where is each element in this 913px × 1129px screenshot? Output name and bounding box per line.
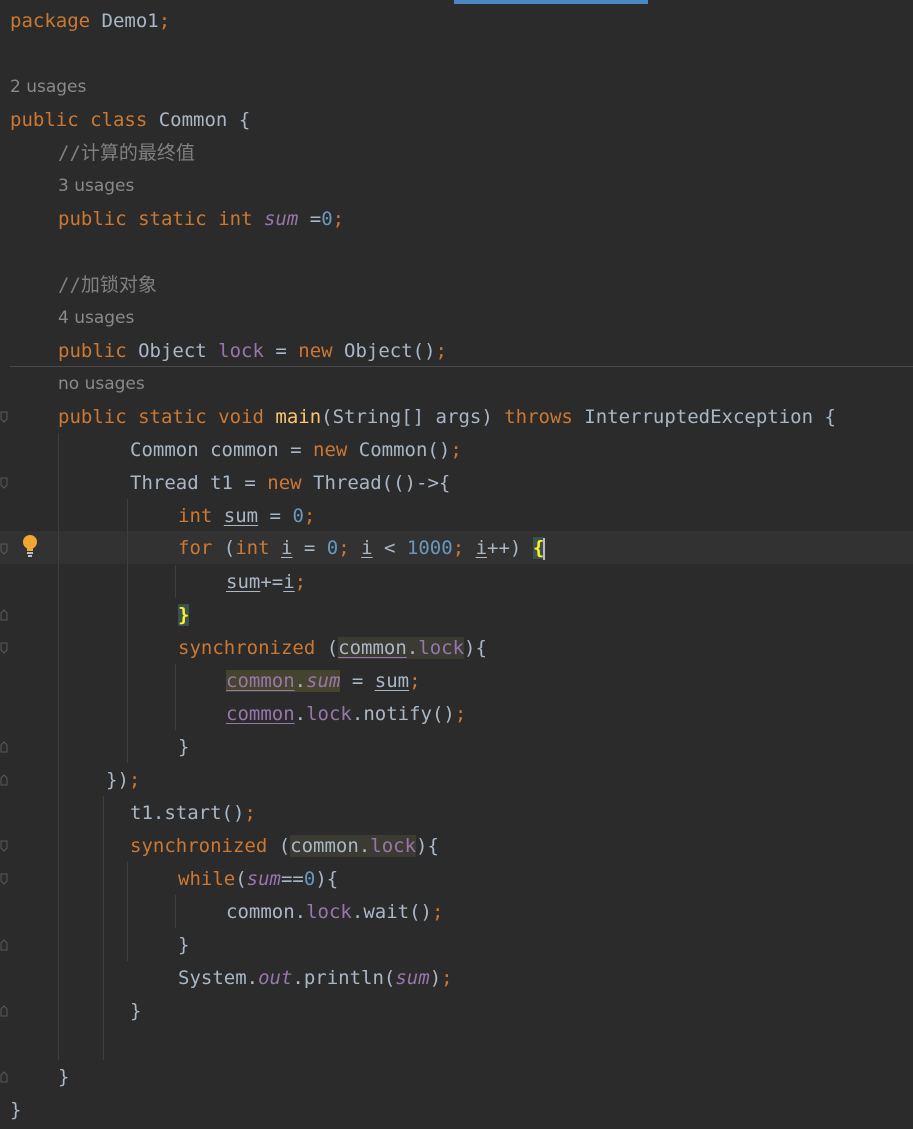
indent-guide xyxy=(103,796,104,1060)
fold-marker-icon[interactable] xyxy=(0,741,10,753)
code-editor[interactable]: package Demo1; 2 usages public class Com… xyxy=(0,0,913,1129)
fold-marker-icon[interactable] xyxy=(0,543,10,555)
fold-marker-icon[interactable] xyxy=(0,939,10,951)
code-line-for-loop[interactable]: for (int i = 0; i < 1000; i++) { xyxy=(178,532,546,565)
code-line-lambda-close[interactable]: }); xyxy=(106,764,140,797)
code-line-sync-2-close[interactable]: } xyxy=(130,995,141,1028)
code-line-sync-1-close[interactable]: } xyxy=(178,731,189,764)
text-caret xyxy=(543,537,546,560)
fold-marker-icon[interactable] xyxy=(0,477,10,489)
code-line-notify[interactable]: common.lock.notify(); xyxy=(226,698,466,731)
code-line-wait[interactable]: common.lock.wait(); xyxy=(226,896,443,929)
comment-line: //计算的最终值 xyxy=(58,142,195,164)
fold-marker-icon[interactable] xyxy=(0,1005,10,1017)
code-line-println[interactable]: System.out.println(sum); xyxy=(178,962,453,995)
code-line-main-close[interactable]: } xyxy=(58,1061,69,1094)
fold-marker-icon[interactable] xyxy=(0,774,10,786)
code-line-sum-field[interactable]: public static int sum =0; xyxy=(58,203,344,236)
code-line-accumulate[interactable]: sum+=i; xyxy=(226,566,306,599)
intention-bulb-icon[interactable] xyxy=(21,534,39,558)
indent-guide xyxy=(58,433,59,1060)
indent-guide xyxy=(127,862,128,961)
usages-hint[interactable]: 2 usages xyxy=(10,71,86,104)
indent-guide xyxy=(175,895,176,928)
code-line-thread-new[interactable]: Thread t1 = new Thread(()->{ xyxy=(130,467,450,500)
usages-hint[interactable]: 4 usages xyxy=(58,302,134,335)
indent-guide xyxy=(127,499,128,763)
code-line-while[interactable]: while(sum==0){ xyxy=(178,863,338,896)
code-line-while-close[interactable]: } xyxy=(178,929,189,962)
matched-brace: } xyxy=(178,604,190,626)
usages-hint[interactable]: no usages xyxy=(58,368,145,401)
code-line-start[interactable]: t1.start(); xyxy=(130,797,256,830)
code-line-package[interactable]: package Demo1; xyxy=(10,5,170,38)
code-line-lock-field[interactable]: public Object lock = new Object(); xyxy=(58,335,447,368)
code-line-assign-sum[interactable]: common.sum = sum; xyxy=(226,665,421,698)
active-tab-indicator xyxy=(454,0,648,4)
fold-marker-icon[interactable] xyxy=(0,609,10,621)
code-line-main-decl[interactable]: public static void main(String[] args) t… xyxy=(58,401,836,434)
fold-marker-icon[interactable] xyxy=(0,1071,10,1083)
usages-hint[interactable]: 3 usages xyxy=(58,170,134,203)
fold-marker-icon[interactable] xyxy=(0,873,10,885)
code-line-class-close[interactable]: } xyxy=(10,1094,21,1127)
code-line-sync-1[interactable]: synchronized (common.lock){ xyxy=(178,632,487,665)
code-line-for-close[interactable]: } xyxy=(178,599,190,632)
fold-marker-icon[interactable] xyxy=(0,642,10,654)
fold-marker-icon[interactable] xyxy=(0,840,10,852)
comment-line: //加锁对象 xyxy=(58,274,157,296)
fold-marker-icon[interactable] xyxy=(0,411,10,423)
code-line-class-decl[interactable]: public class Common { xyxy=(10,104,250,137)
indent-guide xyxy=(175,565,176,598)
code-line-common-new[interactable]: Common common = new Common(); xyxy=(130,434,462,467)
indent-guide xyxy=(175,664,176,730)
code-line-sync-2[interactable]: synchronized (common.lock){ xyxy=(130,830,439,863)
code-line-local-sum[interactable]: int sum = 0; xyxy=(178,500,315,533)
